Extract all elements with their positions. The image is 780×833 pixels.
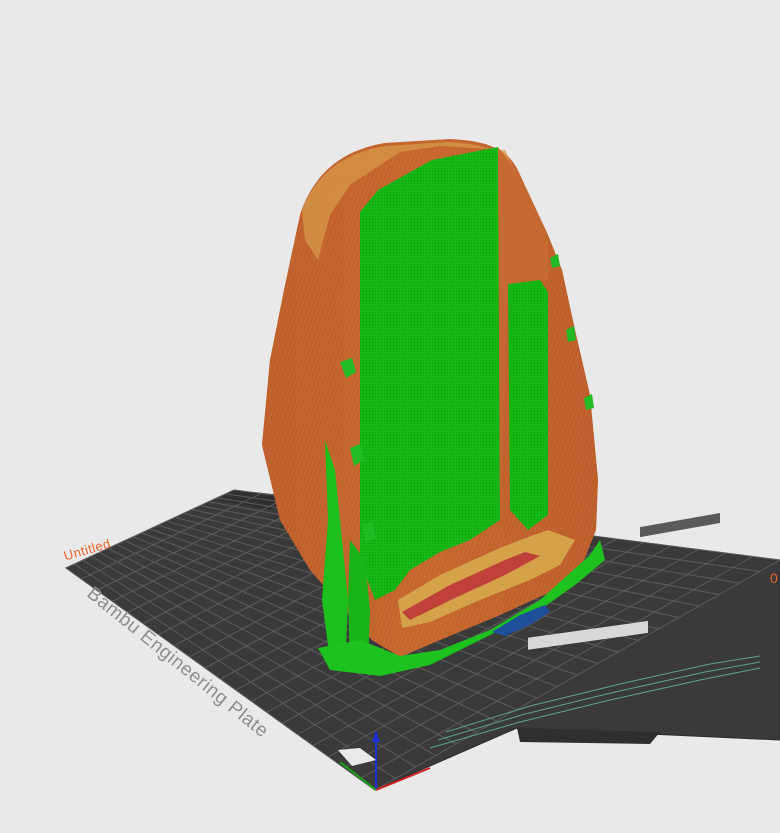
plate-number[interactable]: 0 — [770, 570, 778, 586]
infill-region — [360, 147, 500, 600]
3d-viewport[interactable] — [0, 0, 780, 833]
infill-rib — [508, 280, 548, 530]
